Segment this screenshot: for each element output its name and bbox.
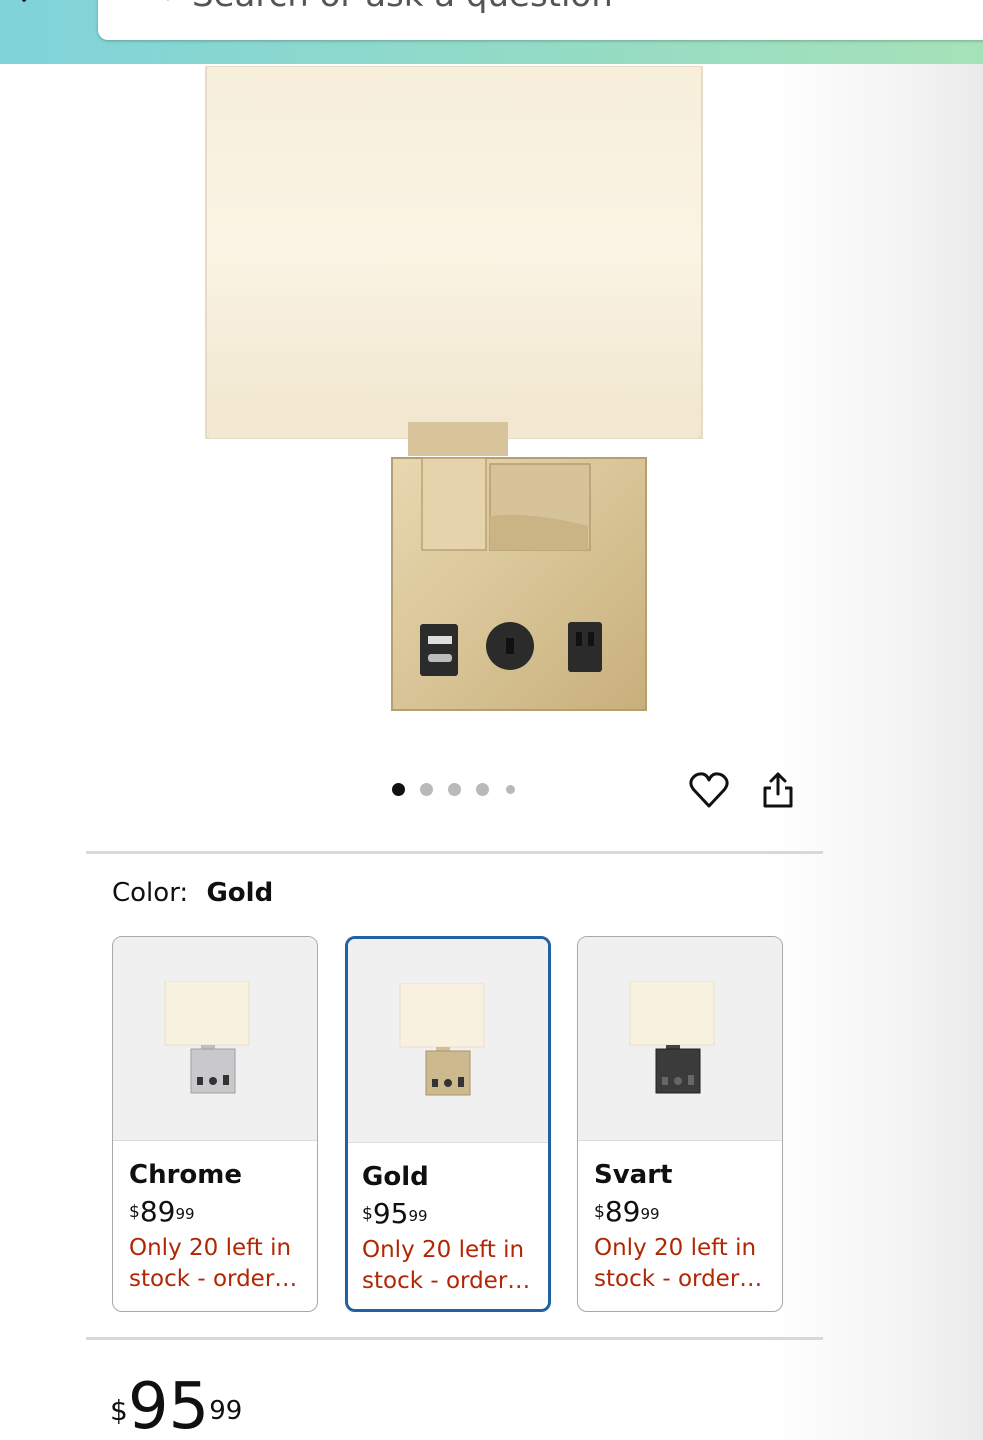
carousel-dot[interactable] — [420, 783, 433, 796]
price-currency: $ — [110, 1394, 128, 1427]
section-divider — [86, 851, 823, 854]
camera-scan-icon[interactable] — [836, 0, 886, 8]
image-carousel-indicator[interactable] — [392, 782, 522, 800]
swatch-thumbnail — [348, 939, 548, 1143]
search-input[interactable]: Search or ask a question — [98, 0, 983, 40]
swatch-price: $9599 — [362, 1197, 428, 1230]
lamp-thumbnail-chrome — [164, 981, 250, 1094]
swatch-price: $8999 — [129, 1195, 195, 1228]
color-swatch-gold[interactable]: Gold $9599 Only 20 left in stock - order… — [345, 936, 551, 1312]
swatch-stock-status: Only 20 left in stock - order… — [594, 1235, 763, 1292]
search-icon — [166, 0, 170, 1]
lamp-thumbnail-gold — [399, 983, 485, 1096]
carousel-dot[interactable] — [448, 783, 461, 796]
product-image-wall-lamp[interactable] — [200, 66, 710, 716]
color-label-text: Color: — [112, 878, 189, 908]
color-swatch-svart[interactable]: Svart $8999 Only 20 left in stock - orde… — [577, 936, 783, 1312]
swatch-thumbnail — [578, 937, 782, 1141]
color-selector-label: Color: Gold — [112, 876, 273, 910]
swatch-stock-status: Only 20 left in stock - order… — [129, 1235, 298, 1292]
lamp-thumbnail-svart — [629, 981, 715, 1094]
swatch-thumbnail — [113, 937, 317, 1141]
heart-icon[interactable] — [688, 770, 730, 810]
swatch-name: Chrome — [129, 1160, 243, 1190]
section-divider — [86, 1337, 823, 1340]
swatch-name: Gold — [362, 1162, 429, 1192]
carousel-dot[interactable] — [392, 783, 405, 796]
product-price: $9599 — [110, 1372, 242, 1440]
price-fraction: 99 — [209, 1396, 243, 1426]
share-icon[interactable] — [760, 770, 796, 810]
search-placeholder: Search or ask a question — [192, 0, 613, 12]
color-swatch-chrome[interactable]: Chrome $8999 Only 20 left in stock - ord… — [112, 936, 318, 1312]
back-arrow-icon[interactable] — [14, 0, 44, 12]
color-selected-value: Gold — [206, 878, 274, 908]
carousel-dot[interactable] — [476, 783, 489, 796]
swatch-stock-status: Only 20 left in stock - order… — [362, 1237, 531, 1294]
price-whole: 95 — [127, 1370, 210, 1440]
top-search-bar: Search or ask a question — [0, 0, 983, 64]
carousel-dot[interactable] — [506, 785, 515, 794]
microphone-icon[interactable] — [948, 0, 983, 10]
swatch-name: Svart — [594, 1160, 673, 1190]
swatch-price: $8999 — [594, 1195, 660, 1228]
